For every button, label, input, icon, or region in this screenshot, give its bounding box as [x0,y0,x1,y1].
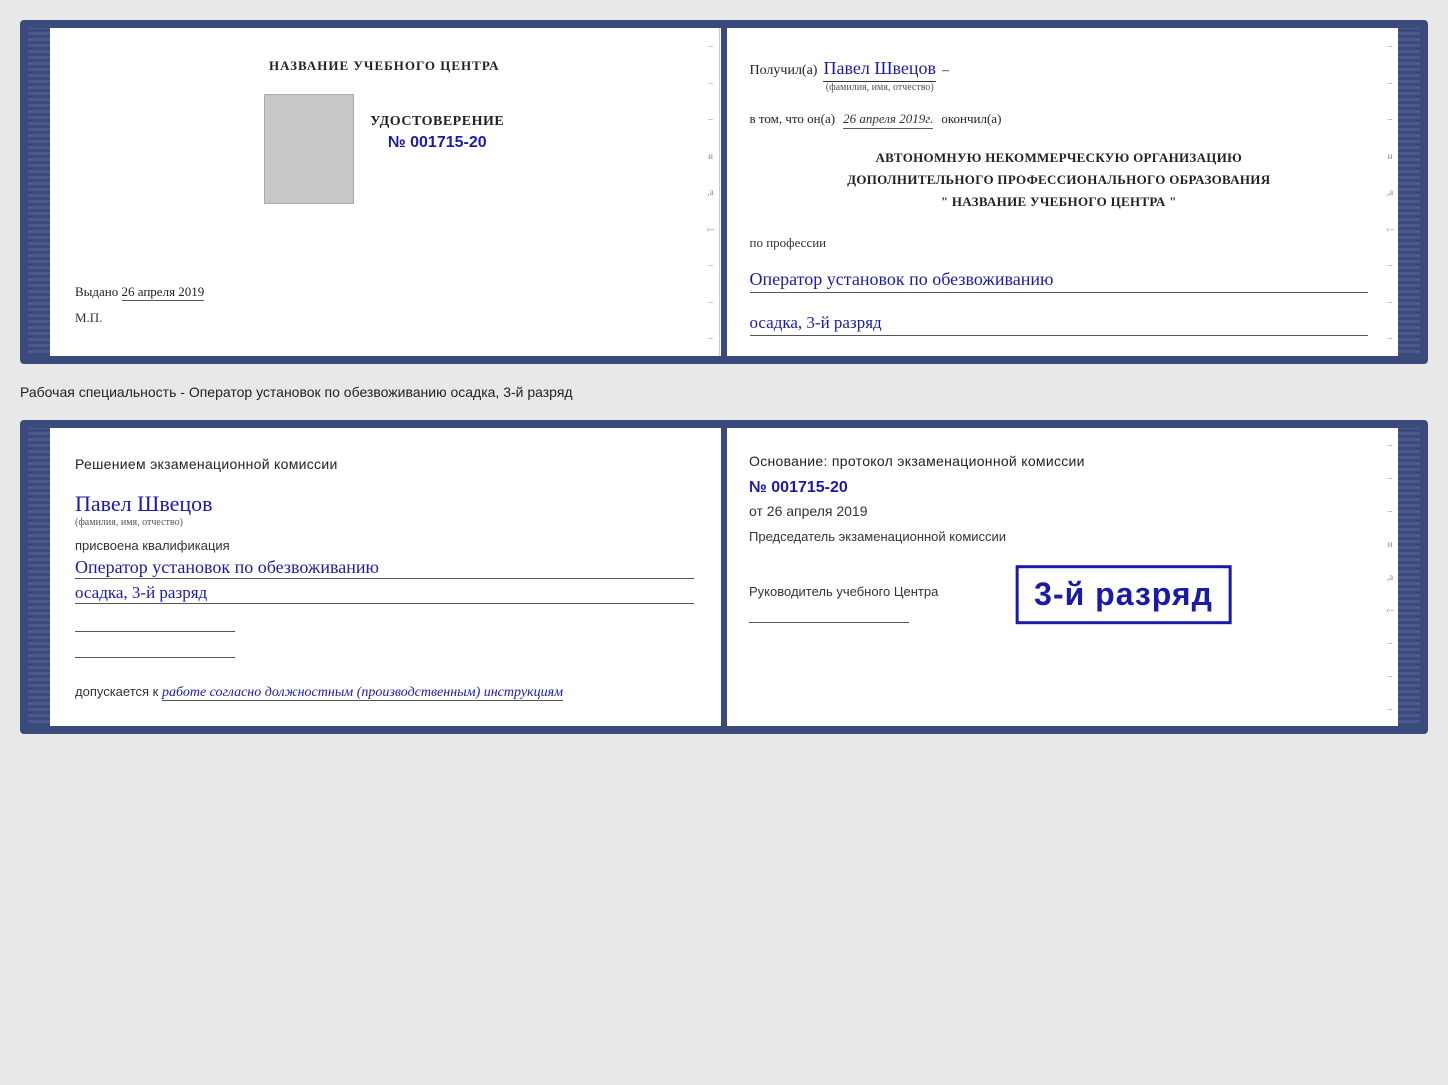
date-line: в том, что он(а) 26 апреля 2019г. окончи… [750,111,1369,129]
допускается-label: допускается к [75,684,158,699]
predsed-block: Председатель экзаменационной комиссии [749,529,1368,544]
org-line1: АВТОНОМНУЮ НЕКОММЕРЧЕСКУЮ ОРГАНИЗАЦИЮ [750,147,1369,169]
finished-label: окончил(а) [941,111,1001,127]
ot-date-value: 26 апреля 2019 [767,503,868,519]
issued-label: Выдано [75,284,118,299]
page-container: НАЗВАНИЕ УЧЕБНОГО ЦЕНТРА УДОСТОВЕРЕНИЕ №… [20,20,1428,734]
sig-line-2 [75,638,235,658]
received-name: Павел Швецов [823,58,936,82]
fio-label-bottom: (фамилия, имя, отчество) [75,517,694,528]
person-name: Павел Швецов [75,491,694,517]
cert-number: № 001715-20 [370,134,504,152]
photo-placeholder [264,94,354,204]
received-label: Получил(а) [750,63,818,79]
top-center-header: НАЗВАНИЕ УЧЕБНОГО ЦЕНТРА [269,58,500,74]
binding-left [28,28,50,356]
signature-lines [75,612,694,664]
dash: – [942,63,949,79]
date-value: 26 апреля 2019г. [843,111,933,129]
profession-label: по профессии [750,235,1369,251]
osnование-label: Основание: протокол экзаменационной коми… [749,453,1368,469]
sig-line-right [749,603,909,623]
right-side-marks: –––и,а‹–––– [705,28,717,356]
допускается-value: работе согласно должностным (производств… [162,685,563,701]
binding-right-top [1398,28,1420,356]
cert-title: УДОСТОВЕРЕНИЕ [370,114,504,130]
profession-value: Оператор установок по обезвоживанию [750,269,1369,293]
issued-line: Выдано 26 апреля 2019 [75,284,694,300]
binding-right-bottom [1398,428,1420,726]
speciality-value: осадка, 3-й разряд [750,313,1369,336]
received-line: Получил(а) Павел Швецов (фамилия, имя, о… [750,58,1369,93]
bottom-left-panel: Решением экзаменационной комиссии Павел … [50,428,719,726]
ot-date: от 26 апреля 2019 [749,503,1368,519]
sig-line-1 [75,612,235,632]
qual-profession: Оператор установок по обезвоживанию [75,557,694,579]
org-line2: ДОПОЛНИТЕЛЬНОГО ПРОФЕССИОНАЛЬНОГО ОБРАЗО… [750,169,1369,191]
bottom-document-card: Решением экзаменационной комиссии Павел … [20,420,1428,734]
stamp-overlay: 3-й разряд [1015,565,1232,624]
qual-speciality: осадка, 3-й разряд [75,583,694,604]
fio-label-top: (фамилия, имя, отчество) [823,82,936,93]
separator-label: Рабочая специальность - Оператор установ… [20,382,1428,402]
binding-left-bottom [28,428,50,726]
org-line3: " НАЗВАНИЕ УЧЕБНОГО ЦЕНТРА " [750,191,1369,213]
bottom-right-panel: Основание: протокол экзаменационной коми… [719,428,1398,726]
decision-label: Решением экзаменационной комиссии [75,453,694,477]
top-document-card: НАЗВАНИЕ УЧЕБНОГО ЦЕНТРА УДОСТОВЕРЕНИЕ №… [20,20,1428,364]
issued-date: 26 апреля 2019 [122,284,205,301]
in-that-label: в том, что он(а) [750,111,836,127]
right-side-marks-top: –––и,а‹–––– [1384,28,1396,356]
protocol-number: № 001715-20 [749,479,1368,497]
cert-info: УДОСТОВЕРЕНИЕ № 001715-20 [370,114,504,152]
допускается-block: допускается к работе согласно должностны… [75,684,694,701]
ot-label: от [749,503,763,519]
top-right-panel: Получил(а) Павел Швецов (фамилия, имя, о… [720,28,1399,356]
assigned-label: присвоена квалификация [75,538,694,553]
org-block: АВТОНОМНУЮ НЕКОММЕРЧЕСКУЮ ОРГАНИЗАЦИЮ ДО… [750,147,1369,213]
mp-label: М.П. [75,310,102,326]
top-left-panel: НАЗВАНИЕ УЧЕБНОГО ЦЕНТРА УДОСТОВЕРЕНИЕ №… [50,28,720,356]
right-side-marks-bottom: –––и,а‹–––– [1384,428,1396,726]
